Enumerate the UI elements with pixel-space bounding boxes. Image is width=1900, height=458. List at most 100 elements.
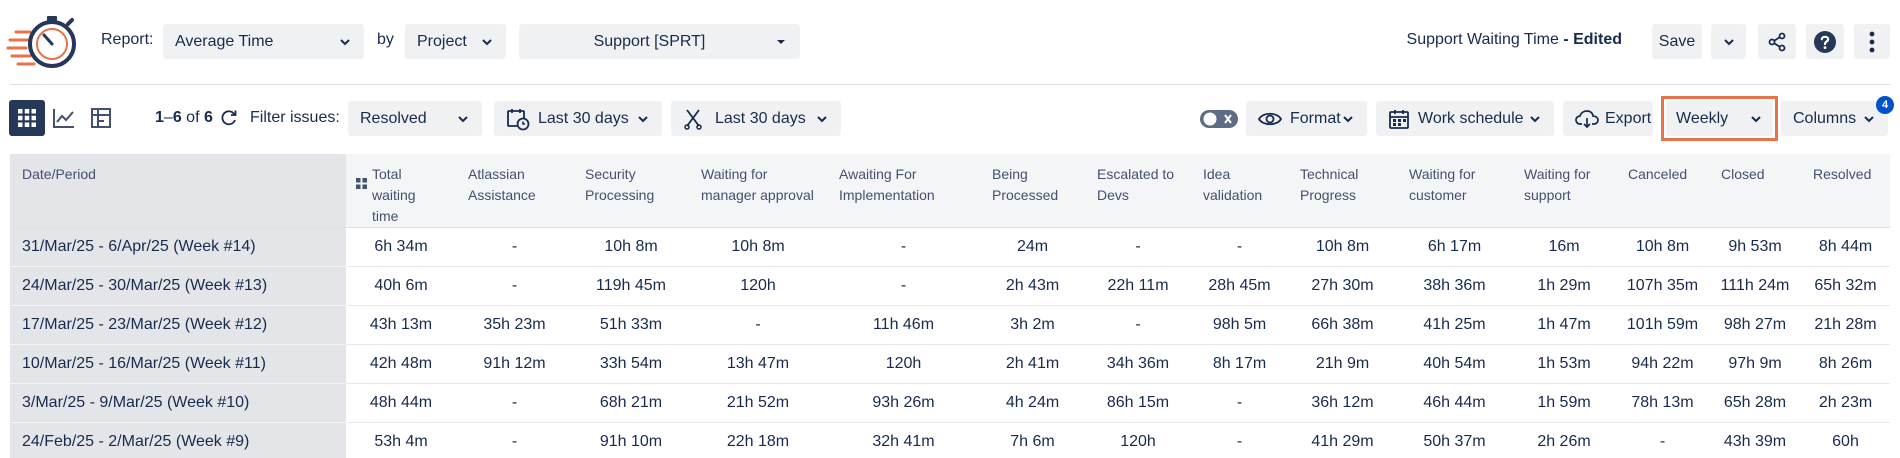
format-label: Format [1290,109,1341,127]
col-header-idea-validation[interactable]: Idea validation [1191,154,1288,228]
save-options-button[interactable] [1711,24,1746,59]
col-header-awaiting-for-implementation[interactable]: Awaiting For Implementation [827,154,980,228]
col-header-being-processed[interactable]: Being Processed [980,154,1085,228]
more-vertical-icon [1869,31,1875,52]
col-header-waiting-for-manager-approval[interactable]: Waiting for manager approval [689,154,827,228]
time-cell: - [1191,227,1288,267]
period-cell[interactable]: 24/Mar/25 - 30/Mar/25 (Week #13) [10,266,346,306]
top-bar: Report: Average Time by Project Support … [0,0,1900,84]
time-cell: 35h 23m [456,305,573,345]
time-cell: 66h 38m [1288,305,1397,345]
columns-button[interactable]: Columns [1781,101,1888,136]
col-header-total-waiting-time[interactable]: Total waiting time [346,154,456,228]
time-cell: 111h 24m [1709,266,1801,306]
time-cell: 98h 5m [1191,305,1288,345]
chevron-down-icon [817,115,827,122]
chart-view-button[interactable] [46,100,82,136]
created-date-filter[interactable]: Last 30 days [494,101,662,136]
save-button[interactable]: Save [1652,24,1702,59]
report-title: Support Waiting Time - Edited [1407,31,1622,49]
time-cell: 2h 41m [980,344,1085,384]
time-cell: 98h 27m [1709,305,1801,345]
grid-view-button[interactable] [9,100,45,136]
chevron-down-icon [638,115,648,122]
period-cell[interactable]: 17/Mar/25 - 23/Mar/25 (Week #12) [10,305,346,345]
time-cell: 41h 29m [1288,422,1397,458]
cloud-download-icon [1575,109,1599,128]
time-cell: 78h 13m [1616,383,1709,423]
time-cell: 107h 35m [1616,266,1709,306]
time-cell: - [1191,422,1288,458]
header-divider [10,84,1890,85]
col-header-closed[interactable]: Closed [1709,154,1801,228]
resolved-x-icon [684,108,702,130]
help-button[interactable] [1806,24,1844,59]
share-button[interactable] [1758,24,1796,59]
filter-issues-select[interactable]: Resolved [348,101,482,136]
time-cell: - [456,422,573,458]
period-select[interactable]: Weekly [1666,101,1773,136]
time-cell: 43h 39m [1709,422,1801,458]
grid-icon [18,109,36,127]
chevron-down-icon [1751,115,1761,122]
col-header-resolved[interactable]: Resolved [1801,154,1890,228]
time-cell: 86h 15m [1085,383,1191,423]
time-cell: 8h 26m [1801,344,1890,384]
columns-count-badge: 4 [1876,96,1894,114]
time-cell: 93h 26m [827,383,980,423]
total-count: 6 [203,109,213,126]
col-header-atlassian-assistance[interactable]: Atlassian Assistance [456,154,573,228]
pivot-view-button[interactable] [83,100,119,136]
time-cell: - [1085,305,1191,345]
time-cell: 51h 33m [573,305,689,345]
time-cell: 41h 25m [1397,305,1512,345]
pivot-grid-icon [356,178,367,189]
time-cell: 38h 36m [1397,266,1512,306]
time-cell: 2h 26m [1512,422,1616,458]
time-cell: 48h 44m [346,383,456,423]
save-label: Save [1658,32,1696,50]
export-button[interactable]: Export [1563,101,1653,136]
time-cell: 6h 34m [346,227,456,267]
col-header-waiting-for-support[interactable]: Waiting for support [1512,154,1616,228]
range-end: 6 [172,109,182,126]
table-row: 3/Mar/25 - 9/Mar/25 (Week #10) 48h 44m -68… [10,383,1890,423]
time-cell: 27h 30m [1288,266,1397,306]
col-header-period[interactable]: Date/Period [10,154,346,228]
time-cell: 120h [1085,422,1191,458]
report-type-select[interactable]: Average Time [163,24,364,59]
time-cell: 119h 45m [573,266,689,306]
col-header-technical-progress[interactable]: Technical Progress [1288,154,1397,228]
period-cell[interactable]: 10/Mar/25 - 16/Mar/25 (Week #11) [10,344,346,384]
period-cell[interactable]: 3/Mar/25 - 9/Mar/25 (Week #10) [10,383,346,423]
group-by-select[interactable]: Project [405,24,506,59]
created-date-value: Last 30 days [538,109,629,127]
filter-issues-label: Filter issues: [250,109,340,126]
time-cell: 2h 23m [1801,383,1890,423]
range-start: 1 [155,109,164,126]
period-cell[interactable]: 24/Feb/25 - 2/Mar/25 (Week #9) [10,422,346,458]
period-cell[interactable]: 31/Mar/25 - 6/Apr/25 (Week #14) [10,227,346,267]
time-cell: 53h 4m [346,422,456,458]
col-header-waiting-for-customer[interactable]: Waiting for customer [1397,154,1512,228]
more-options-button[interactable] [1854,24,1890,59]
time-cell: 2h 43m [980,266,1085,306]
time-cell: 22h 18m [689,422,827,458]
stopwatch-logo-icon [6,16,76,68]
col-header-escalated-to-devs[interactable]: Escalated to Devs [1085,154,1191,228]
of-label: of [181,109,204,126]
table-row: 24/Feb/25 - 2/Mar/25 (Week #9) 53h 4m -91h… [10,422,1890,458]
data-table: Date/Period Total waiting time Atlassian… [10,154,1890,458]
work-schedule-button[interactable]: Work schedule [1376,101,1554,136]
toggle-switch[interactable] [1200,110,1238,128]
share-icon [1768,32,1786,51]
format-button[interactable]: Format [1246,101,1367,136]
resolved-date-filter[interactable]: Last 30 days [671,101,841,136]
refresh-icon[interactable] [220,108,238,128]
range-sep: – [163,109,173,126]
col-header-security-processing[interactable]: Security Processing [573,154,689,228]
time-cell: 43h 13m [346,305,456,345]
time-cell: 91h 12m [456,344,573,384]
col-header-canceled[interactable]: Canceled [1616,154,1709,228]
project-select[interactable]: Support [SPRT] [519,24,800,59]
